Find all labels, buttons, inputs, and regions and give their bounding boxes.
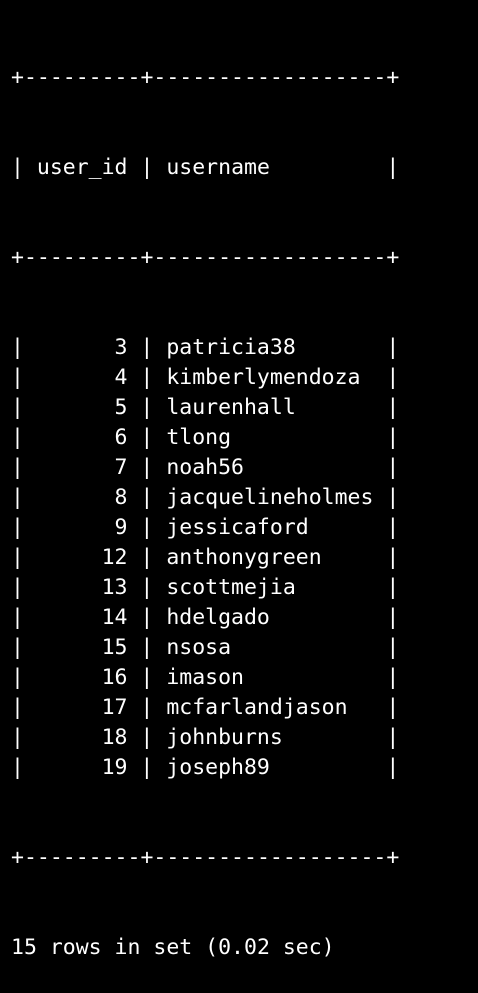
cell-user-id: 12 bbox=[101, 545, 128, 570]
cell-username: imason bbox=[166, 665, 244, 690]
cell-username: tlong bbox=[166, 425, 232, 450]
table-row: | 18 | johnburns | bbox=[11, 723, 478, 753]
cell-user-id: 7 bbox=[114, 455, 128, 480]
table-row: | 6 | tlong | bbox=[11, 423, 478, 453]
cell-user-id: 4 bbox=[114, 365, 128, 390]
table-row: | 9 | jessicaford | bbox=[11, 513, 478, 543]
table-row: | 7 | noah56 | bbox=[11, 453, 478, 483]
cell-user-id: 5 bbox=[114, 395, 128, 420]
column-header-username: username bbox=[166, 155, 270, 180]
table-row: | 8 | jacquelineholmes | bbox=[11, 483, 478, 513]
cell-username: nsosa bbox=[166, 635, 232, 660]
cell-user-id: 3 bbox=[114, 335, 128, 360]
cell-username: patricia38 bbox=[166, 335, 296, 360]
cell-user-id: 15 bbox=[101, 635, 128, 660]
table-row: | 13 | scottmejia | bbox=[11, 573, 478, 603]
cell-user-id: 9 bbox=[114, 515, 128, 540]
table-border-header: +---------+------------------+ bbox=[11, 245, 400, 270]
cell-username: kimberlymendoza bbox=[166, 365, 361, 390]
cell-username: jacquelineholmes bbox=[166, 485, 374, 510]
cell-username: scottmejia bbox=[166, 575, 296, 600]
query-summary: 15 rows in set (0.02 sec) bbox=[11, 935, 335, 960]
table-row: | 14 | hdelgado | bbox=[11, 603, 478, 633]
table-header-row: | user_id | username | bbox=[11, 155, 400, 180]
cell-username: laurenhall bbox=[166, 395, 296, 420]
cell-username: hdelgado bbox=[166, 605, 270, 630]
table-row: | 16 | imason | bbox=[11, 663, 478, 693]
cell-username: mcfarlandjason bbox=[166, 695, 348, 720]
cell-user-id: 17 bbox=[101, 695, 128, 720]
cell-user-id: 19 bbox=[101, 755, 128, 780]
table-row: | 19 | joseph89 | bbox=[11, 753, 478, 783]
cell-username: noah56 bbox=[166, 455, 244, 480]
table-border-bottom: +---------+------------------+ bbox=[11, 845, 400, 870]
cell-username: jessicaford bbox=[166, 515, 309, 540]
cell-username: anthonygreen bbox=[166, 545, 322, 570]
table-row: | 3 | patricia38 | bbox=[11, 333, 478, 363]
cell-username: joseph89 bbox=[166, 755, 270, 780]
table-row: | 17 | mcfarlandjason | bbox=[11, 693, 478, 723]
cell-user-id: 14 bbox=[101, 605, 128, 630]
cell-user-id: 13 bbox=[101, 575, 128, 600]
table-body: | 3 | patricia38 | | 4 | kimberlymendoza … bbox=[11, 333, 478, 783]
table-row: | 15 | nsosa | bbox=[11, 633, 478, 663]
cell-user-id: 8 bbox=[114, 485, 128, 510]
terminal-output[interactable]: +---------+------------------+ | user_id… bbox=[0, 0, 478, 960]
table-row: | 4 | kimberlymendoza | bbox=[11, 363, 478, 393]
table-row: | 12 | anthonygreen | bbox=[11, 543, 478, 573]
table-row: | 5 | laurenhall | bbox=[11, 393, 478, 423]
table-border-top: +---------+------------------+ bbox=[11, 65, 400, 90]
cell-user-id: 18 bbox=[101, 725, 128, 750]
cell-username: johnburns bbox=[166, 725, 283, 750]
cell-user-id: 16 bbox=[101, 665, 128, 690]
column-header-user-id: user_id bbox=[36, 155, 128, 180]
cell-user-id: 6 bbox=[114, 425, 128, 450]
